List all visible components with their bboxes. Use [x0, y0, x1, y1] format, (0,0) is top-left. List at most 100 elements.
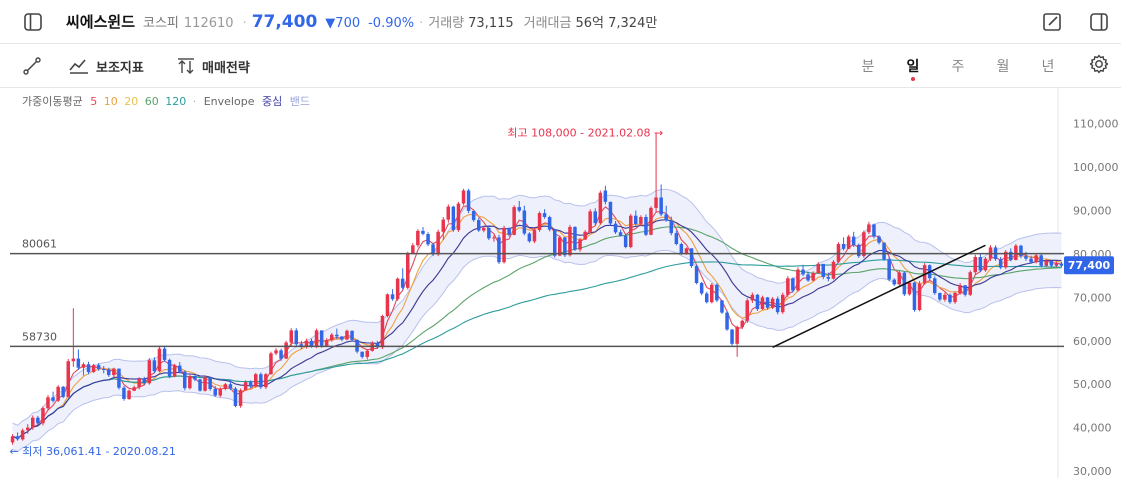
- candle-body: [907, 282, 912, 295]
- candle-body: [816, 263, 820, 273]
- candle-body: [770, 298, 775, 308]
- market-label: 코스피: [143, 16, 179, 31]
- y-tick-label: 110,000: [1073, 118, 1119, 131]
- candle-body: [973, 257, 977, 273]
- candle-body: [36, 417, 40, 424]
- candle-body: [451, 206, 456, 230]
- draw-tool-button[interactable]: [22, 54, 48, 78]
- candle-body: [91, 365, 96, 372]
- candle-body: [720, 300, 724, 313]
- candle-body: [765, 297, 770, 308]
- sidebar-toggle-icon[interactable]: [22, 11, 44, 33]
- current-price-tag-label: 77,400: [1068, 259, 1111, 272]
- change-rate: -0.90%: [368, 16, 415, 31]
- candle-body: [390, 294, 395, 300]
- candle-body: [71, 358, 76, 362]
- candle-body: [532, 230, 537, 242]
- candle-body: [193, 376, 197, 380]
- candle-body: [953, 293, 957, 303]
- candle-body: [948, 294, 952, 303]
- candle-body: [41, 408, 45, 424]
- candle-body: [411, 245, 415, 254]
- envelope-center-label: 중심: [261, 95, 283, 108]
- candle-body: [289, 330, 293, 343]
- candle-body: [213, 389, 217, 396]
- active-indicator-dot: [911, 77, 915, 81]
- candle-body: [482, 227, 486, 231]
- candle-body: [608, 201, 613, 224]
- candle-body: [309, 340, 314, 347]
- candle-body: [456, 203, 461, 231]
- candle-body: [117, 368, 121, 388]
- amount-label: 거래대금: [523, 16, 572, 31]
- candle-body: [421, 230, 425, 234]
- candle-body: [933, 278, 937, 294]
- candle-body: [178, 365, 182, 372]
- y-tick-label: 90,000: [1073, 205, 1112, 218]
- ma-legend-10: 10: [103, 95, 118, 108]
- y-axis-ticks: 110,000100,00090,00080,00070,00060,00050…: [1073, 118, 1119, 478]
- candle-body: [76, 358, 81, 368]
- volume-value: 73,115: [468, 16, 514, 31]
- candle-body: [699, 283, 704, 294]
- candle-body: [20, 430, 25, 440]
- candle-body: [958, 285, 962, 293]
- candle-body: [502, 227, 506, 263]
- period-tab-day[interactable]: 일: [901, 56, 925, 81]
- candle-body: [694, 266, 699, 283]
- candle-body: [983, 258, 988, 271]
- edit-icon[interactable]: [1041, 11, 1063, 33]
- candle-body: [335, 334, 339, 337]
- candle-body: [588, 211, 592, 232]
- candle-body: [345, 330, 349, 340]
- candle-body: [81, 364, 86, 368]
- candle-body: [471, 211, 476, 221]
- candle-body: [112, 368, 116, 376]
- amount-value: 56억 7,324만: [575, 16, 658, 31]
- indicator-legend[interactable]: 가중이동평균 5 10 20 60 120 · Envelope 중심 밴드: [22, 93, 314, 109]
- candle-body: [730, 329, 734, 344]
- separator-dot: ·: [419, 16, 424, 31]
- candle-body: [547, 217, 552, 230]
- candle-body: [208, 377, 212, 389]
- y-tick-label: 100,000: [1073, 161, 1119, 174]
- candle-body: [340, 336, 344, 340]
- candle-body: [330, 334, 334, 341]
- candle-body: [877, 236, 881, 243]
- candle-body: [152, 360, 157, 372]
- high-price-annotation: 최고 108,000 - 2021.02.08 →: [507, 126, 663, 139]
- indicators-label: 보조지표: [96, 60, 144, 76]
- indicators-button[interactable]: 보조지표: [68, 54, 144, 78]
- ma-legend-20: 20: [124, 95, 139, 108]
- candle-body: [162, 348, 167, 360]
- candle-body: [385, 294, 390, 316]
- ma-legend-60: 60: [144, 95, 159, 108]
- stock-header: 씨에스윈드 코스피 112610 · 77,400 ▼700 -0.90% · …: [0, 0, 1121, 44]
- candle-body: [623, 235, 628, 247]
- period-tab-year[interactable]: 년: [1036, 56, 1060, 76]
- candle-body: [324, 340, 329, 346]
- candle-body: [319, 330, 324, 346]
- candle-body: [715, 284, 719, 301]
- candle-body: [684, 248, 689, 254]
- settings-gear-icon[interactable]: [1088, 53, 1110, 75]
- candle-body: [477, 220, 481, 231]
- candle-body: [705, 293, 709, 303]
- period-tab-month[interactable]: 월: [991, 56, 1015, 76]
- period-tab-week[interactable]: 주: [946, 56, 970, 76]
- candle-body: [1024, 256, 1028, 259]
- candle-body: [821, 263, 825, 277]
- candle-body: [831, 261, 836, 279]
- candlestick-chart[interactable]: 110,000100,00090,00080,00070,00060,00050…: [0, 88, 1121, 478]
- strategy-button[interactable]: 매매전략: [176, 54, 250, 78]
- candle-body: [862, 232, 866, 257]
- candle-body: [725, 312, 729, 330]
- candle-body: [31, 417, 35, 428]
- candle-body: [517, 207, 521, 211]
- candle-body: [426, 234, 430, 245]
- period-tab-minute[interactable]: 분: [856, 56, 880, 76]
- candle-body: [689, 248, 694, 267]
- panel-toggle-icon[interactable]: [1088, 11, 1110, 33]
- candle-body: [938, 293, 942, 300]
- candle-body: [122, 387, 126, 399]
